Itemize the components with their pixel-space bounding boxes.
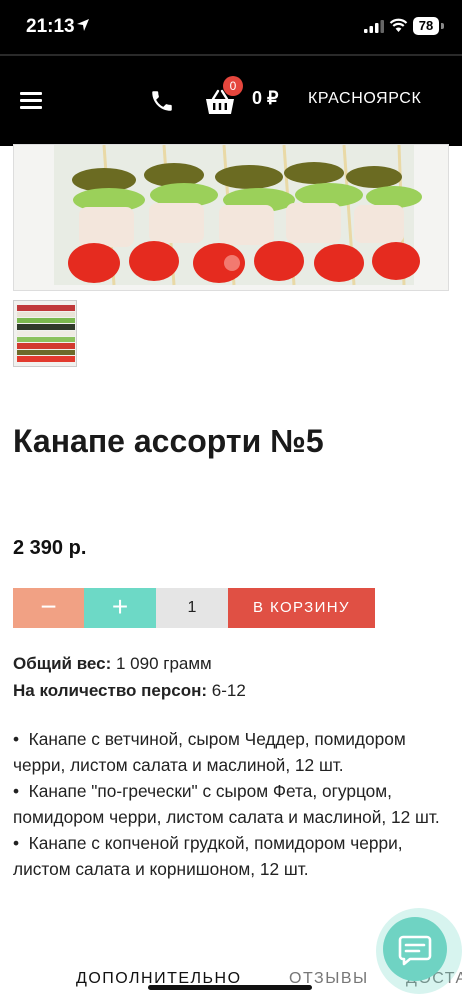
wifi-icon	[389, 18, 408, 32]
add-to-cart-button[interactable]: В КОРЗИНУ	[228, 588, 375, 628]
canape-photo-illustration	[14, 145, 448, 290]
city-selector[interactable]: КРАСНОЯРСК	[308, 90, 421, 108]
quantity-input[interactable]	[156, 588, 228, 628]
hamburger-icon	[20, 92, 42, 95]
description-item: • Канапе "по-гречески" с сыром Фета, огу…	[13, 781, 440, 827]
site-header: 0 0 ₽ КРАСНОЯРСК	[0, 54, 462, 146]
description-item-text: Канапе с ветчиной, сыром Чеддер, помидор…	[13, 729, 406, 775]
chat-button[interactable]	[383, 917, 447, 981]
plus-icon: +	[111, 591, 129, 622]
weight-row: Общий вес: 1 090 грамм	[13, 650, 246, 677]
battery-tip	[441, 23, 444, 29]
weight-label: Общий вес:	[13, 654, 112, 673]
chat-icon	[398, 935, 432, 966]
persons-row: На количество персон: 6-12	[13, 677, 246, 704]
product-image[interactable]	[13, 144, 449, 291]
battery-indicator: 78	[413, 17, 439, 35]
status-time: 21:13	[26, 16, 75, 37]
description-item-text: Канапе с копченой грудкой, помидором чер…	[13, 833, 403, 879]
description-item-text: Канапе "по-гречески" с сыром Фета, огурц…	[13, 781, 440, 827]
product-title: Канапе ассорти №5	[13, 423, 324, 459]
description-item: • Канапе с ветчиной, сыром Чеддер, помид…	[13, 729, 406, 775]
persons-value: 6-12	[211, 681, 246, 700]
home-indicator	[148, 985, 312, 990]
product-price: 2 390 р.	[13, 537, 87, 559]
decrease-quantity-button[interactable]: −	[13, 588, 84, 628]
cellular-signal-icon	[364, 20, 384, 33]
status-bar: 21:13 78	[0, 0, 462, 54]
minus-icon: −	[40, 591, 57, 622]
description-item: • Канапе с копченой грудкой, помидором ч…	[13, 833, 403, 879]
phone-icon[interactable]	[149, 88, 175, 114]
cart-total[interactable]: 0 ₽	[252, 88, 278, 109]
hamburger-icon-line	[20, 106, 42, 109]
quantity-controls: − + В КОРЗИНУ	[13, 588, 375, 628]
cart-count-badge: 0	[223, 76, 243, 96]
product-specs: Общий вес: 1 090 грамм На количество пер…	[13, 650, 246, 704]
hamburger-icon-line	[20, 99, 42, 102]
increase-quantity-button[interactable]: +	[84, 588, 156, 628]
product-thumbnail[interactable]	[13, 300, 77, 367]
location-arrow-icon	[77, 19, 89, 31]
thumbnail-illustration	[14, 301, 76, 366]
weight-value: 1 090 грамм	[116, 654, 212, 673]
persons-label: На количество персон:	[13, 681, 208, 700]
product-description: • Канапе с ветчиной, сыром Чеддер, помид…	[13, 726, 453, 882]
menu-button[interactable]	[20, 92, 42, 110]
